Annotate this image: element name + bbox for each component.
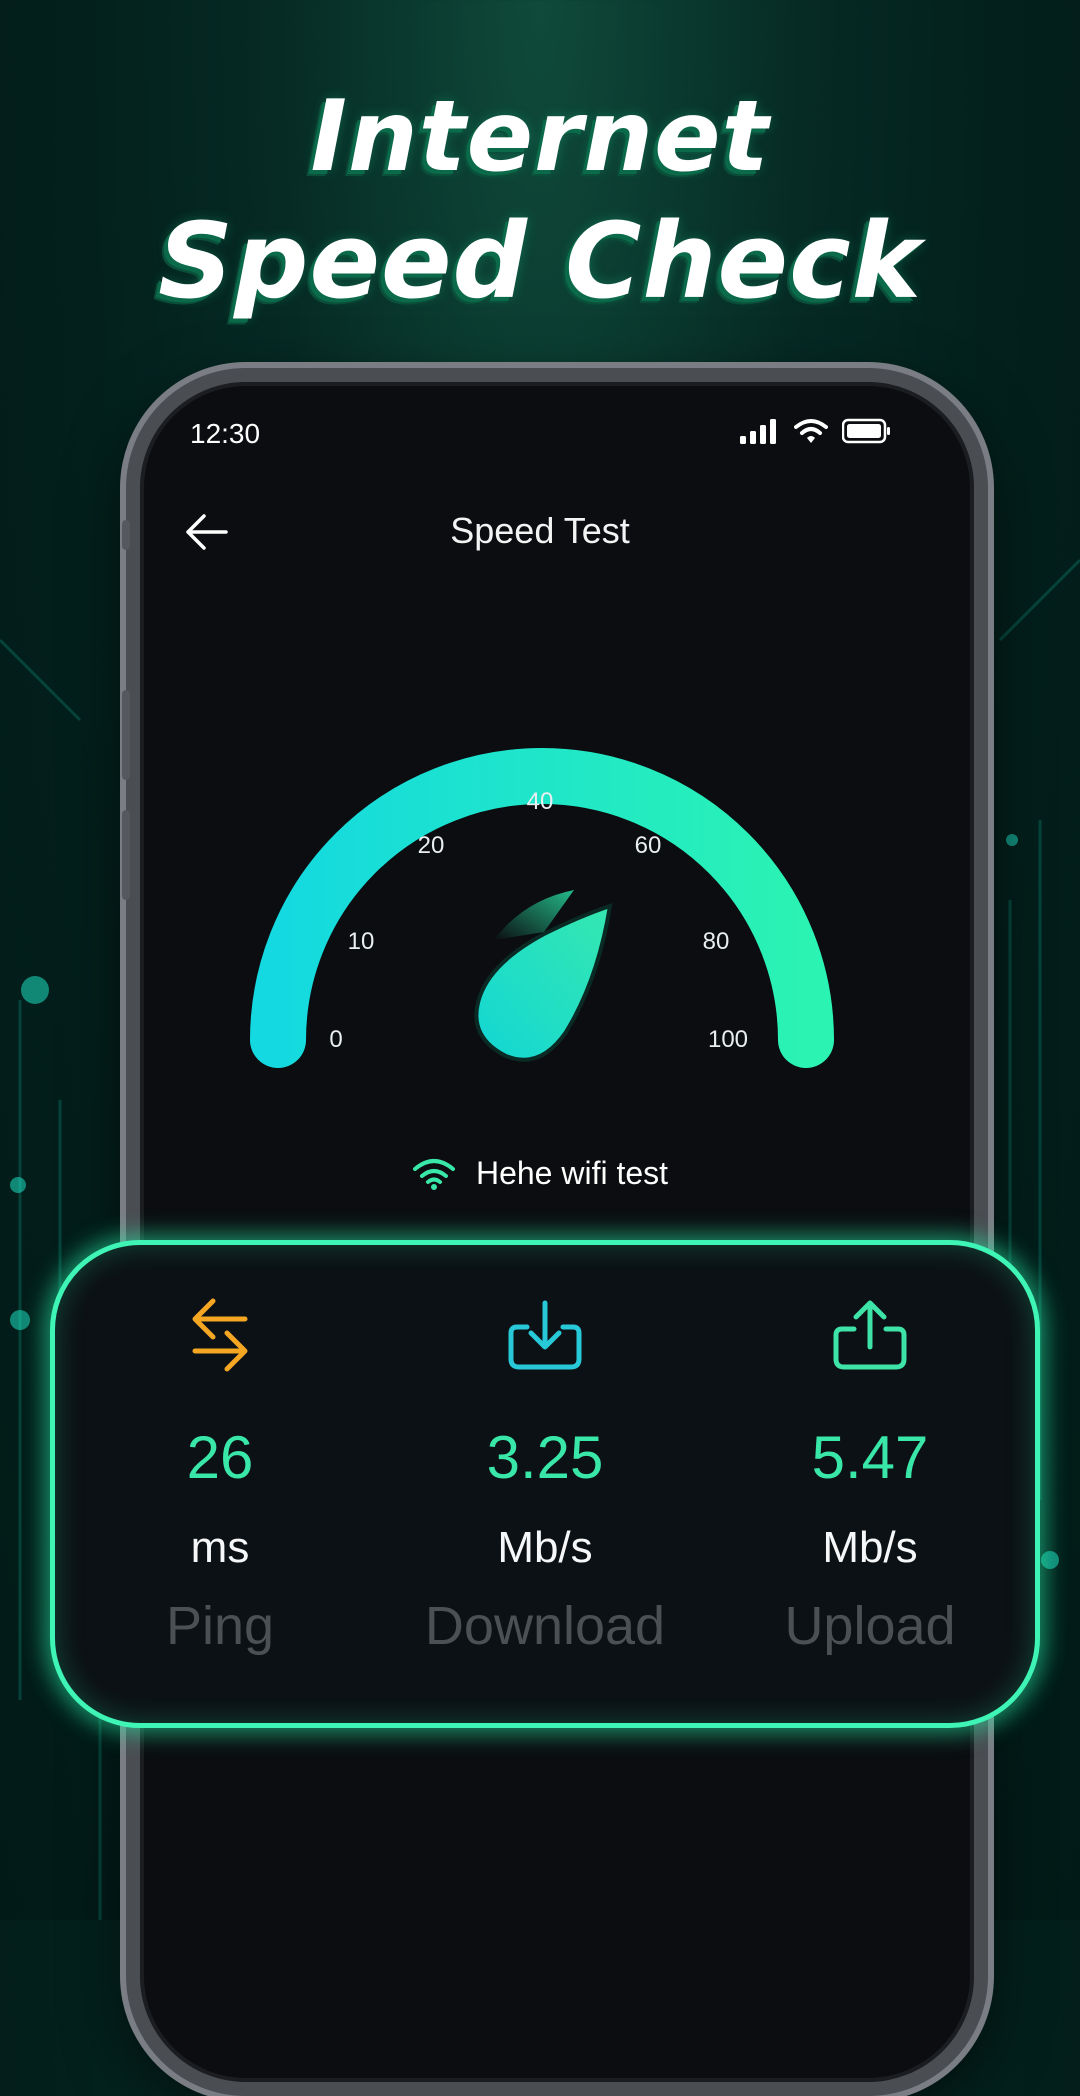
gauge-tick-40: 40 — [526, 788, 554, 815]
gauge-arc — [250, 748, 834, 1068]
upload-unit: Mb/s — [822, 1523, 918, 1572]
download-unit: Mb/s — [497, 1523, 593, 1572]
wifi-status-icon — [794, 419, 828, 443]
upload-label: Upload — [784, 1596, 956, 1656]
upload-value: 5.47 — [811, 1424, 929, 1491]
status-time: 12:30 — [190, 418, 261, 449]
ping-value: 26 — [186, 1424, 254, 1491]
battery-icon — [842, 418, 890, 444]
stat-download: 3.25 Mb/s Download — [380, 1245, 710, 1723]
gauge-tick-0: 0 — [329, 1026, 343, 1053]
download-value: 3.25 — [486, 1424, 604, 1491]
download-icon — [508, 1300, 582, 1370]
network-info: Hehe wifi test — [0, 1155, 1080, 1192]
network-name: Hehe wifi test — [475, 1155, 669, 1191]
speed-gauge: 0 10 20 40 60 80 100 — [244, 700, 840, 1080]
signal-icon — [740, 419, 776, 444]
gauge-tick-10: 10 — [347, 928, 375, 955]
status-icons — [740, 418, 892, 444]
wifi-icon — [412, 1158, 455, 1190]
headline-line-1: Internet — [310, 80, 770, 194]
stat-ping: 26 ms Ping — [55, 1245, 385, 1723]
gauge-tick-100: 100 — [707, 1026, 749, 1053]
phone-frame — [126, 368, 988, 2096]
download-label: Download — [424, 1596, 666, 1656]
gauge-tick-80: 80 — [702, 928, 730, 955]
ping-label: Ping — [165, 1596, 275, 1656]
stat-upload: 5.47 Mb/s Upload — [705, 1245, 1035, 1723]
gauge-tick-60: 60 — [634, 832, 662, 859]
ping-unit: ms — [190, 1523, 250, 1572]
stats-card: 26 ms Ping 3.25 Mb/s Download 5.47 Mb/s … — [50, 1240, 1040, 1728]
gauge-tick-20: 20 — [417, 832, 445, 859]
ping-arrows-icon — [192, 1298, 248, 1372]
headline-line-2: Speed Check — [158, 200, 922, 322]
upload-icon — [833, 1300, 907, 1370]
phone-volume-button — [122, 690, 130, 780]
page-title: Speed Test — [450, 510, 630, 551]
phone-volume-button — [122, 810, 130, 900]
